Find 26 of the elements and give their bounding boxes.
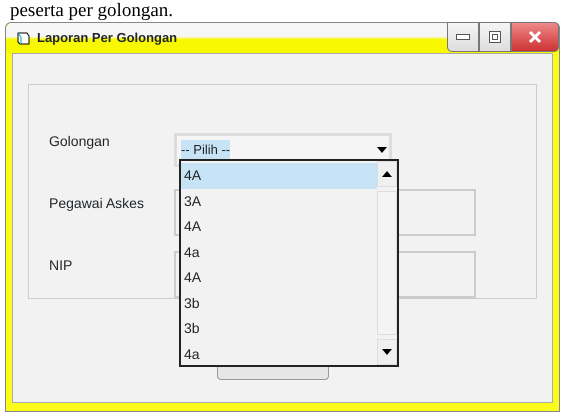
close-button[interactable]: [511, 22, 559, 52]
scroll-up-button[interactable]: [377, 161, 397, 187]
dropdown-item[interactable]: 4a: [181, 342, 377, 367]
field-label: Golongan: [49, 132, 111, 151]
close-icon: [528, 30, 542, 44]
window-icon: [16, 30, 31, 46]
down-arrow-icon: [382, 349, 392, 355]
caret-icon: [377, 147, 387, 153]
dropdown-item[interactable]: 3b: [181, 290, 377, 316]
minimize-icon: [456, 34, 470, 40]
dropdown-item[interactable]: 3A: [181, 188, 377, 214]
document-text: peserta per golongan.: [9, 0, 174, 22]
scrollbar-thumb[interactable]: [377, 191, 397, 335]
dropdown-item[interactable]: 4a: [181, 240, 377, 265]
field-label: Pegawai Askes: [49, 194, 145, 213]
maximize-icon: [489, 31, 501, 43]
field-label: NIP: [49, 256, 74, 274]
maximize-button[interactable]: [479, 22, 511, 52]
scroll-down-button[interactable]: [377, 339, 397, 365]
up-arrow-icon: [382, 171, 392, 177]
button[interactable]: [217, 366, 329, 380]
dropdown-item[interactable]: 4A: [181, 163, 377, 188]
dropdown-item[interactable]: 4A: [181, 214, 377, 240]
dropdown-item[interactable]: 4A: [181, 265, 377, 290]
dropdown-item[interactable]: 3b: [181, 316, 377, 342]
minimize-button[interactable]: [447, 22, 479, 52]
